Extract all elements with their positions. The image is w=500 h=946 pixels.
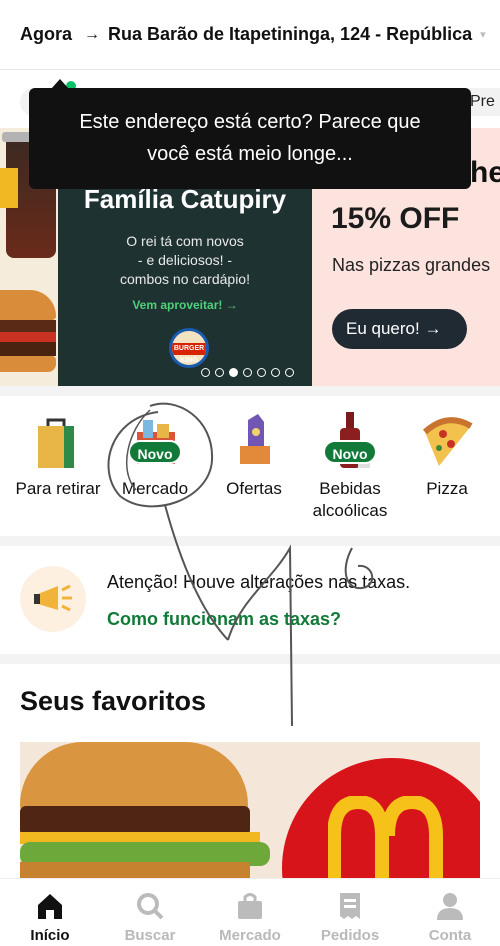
carousel-dot[interactable] — [285, 368, 294, 377]
offers-tag-icon — [224, 412, 284, 472]
promo-title-partial: he — [470, 156, 500, 189]
nav-inicio[interactable]: Início — [0, 879, 100, 946]
category-shortcuts: Para retirar Novo Mercado Ofertas Novo B… — [0, 398, 500, 536]
chevron-down-icon[interactable]: ▾ — [480, 28, 486, 41]
megaphone-icon — [20, 566, 86, 632]
pizza-icon — [417, 412, 477, 472]
receipt-icon — [300, 887, 400, 921]
fee-notice[interactable]: Atenção! Houve alterações nas taxas. Com… — [0, 548, 500, 654]
carousel-dot-active[interactable] — [229, 368, 238, 377]
promo-cta-link[interactable]: Vem aproveitar! → — [58, 298, 312, 312]
section-divider — [0, 536, 500, 546]
promo-description: Nas pizzas grandes — [332, 255, 491, 275]
mcdonalds-logo — [327, 794, 448, 882]
category-pizza[interactable]: Pizza — [412, 398, 482, 500]
notice-text: Atenção! Houve alterações nas taxas. — [107, 572, 411, 592]
filter-chip-label: Pre — [470, 93, 495, 110]
section-divider — [0, 386, 500, 396]
nav-buscar[interactable]: Buscar — [100, 879, 200, 946]
tooltip-pointer — [51, 79, 69, 89]
nav-pedidos[interactable]: Pedidos — [300, 879, 400, 946]
burger-king-logo: BURGER KING — [169, 328, 209, 368]
carousel-dots — [201, 368, 294, 377]
home-icon — [0, 887, 100, 921]
new-badge: Novo — [128, 440, 182, 464]
section-divider — [0, 654, 500, 664]
favorite-store-card[interactable] — [20, 742, 480, 882]
carousel-dot[interactable] — [215, 368, 224, 377]
fries-image — [0, 168, 18, 208]
promo-subtitle: O rei tá com novos - e deliciosos! - com… — [120, 233, 250, 287]
bottom-navigation: Início Buscar Mercado Pedidos Conta — [0, 878, 500, 946]
burger-image — [0, 290, 56, 320]
takeout-bag-icon — [28, 412, 88, 472]
tooltip-line-2: você está meio longe... — [147, 143, 353, 165]
promo-discount: 15% OFF — [331, 202, 460, 235]
grocery-icon: Novo — [125, 412, 185, 472]
carousel-dot[interactable] — [257, 368, 266, 377]
tooltip-line-1: Este endereço está certo? Parece que — [79, 111, 421, 133]
shopping-bag-icon — [200, 887, 300, 921]
address-bar[interactable]: Agora → Rua Barão de Itapetininga, 124 -… — [0, 0, 500, 70]
promo-button[interactable]: Eu quero! → — [332, 309, 467, 349]
search-icon — [100, 887, 200, 921]
category-mercado[interactable]: Novo Mercado — [112, 398, 198, 500]
new-badge: Novo — [323, 440, 377, 464]
carousel-dot[interactable] — [271, 368, 280, 377]
arrow-right-icon: → — [84, 25, 101, 43]
address-tooltip[interactable]: Este endereço está certo? Parece que voc… — [29, 79, 471, 189]
delivery-time: Agora — [20, 24, 73, 44]
carousel-dot[interactable] — [243, 368, 252, 377]
favorites-heading: Seus favoritos — [20, 686, 207, 716]
delivery-address[interactable]: Rua Barão de Itapetininga, 124 - Repúbli… — [108, 24, 472, 45]
category-ofertas[interactable]: Ofertas — [216, 398, 292, 500]
nav-mercado[interactable]: Mercado — [200, 879, 300, 946]
carousel-dot[interactable] — [201, 368, 210, 377]
wine-bottle-icon: Novo — [320, 412, 380, 472]
person-icon — [400, 887, 500, 921]
nav-conta[interactable]: Conta — [400, 879, 500, 946]
fee-info-link[interactable]: Como funcionam as taxas? — [107, 609, 341, 630]
category-bebidas-alcoolicas[interactable]: Novo Bebidas alcoólicas — [300, 398, 400, 522]
category-para-retirar[interactable]: Para retirar — [8, 398, 108, 500]
